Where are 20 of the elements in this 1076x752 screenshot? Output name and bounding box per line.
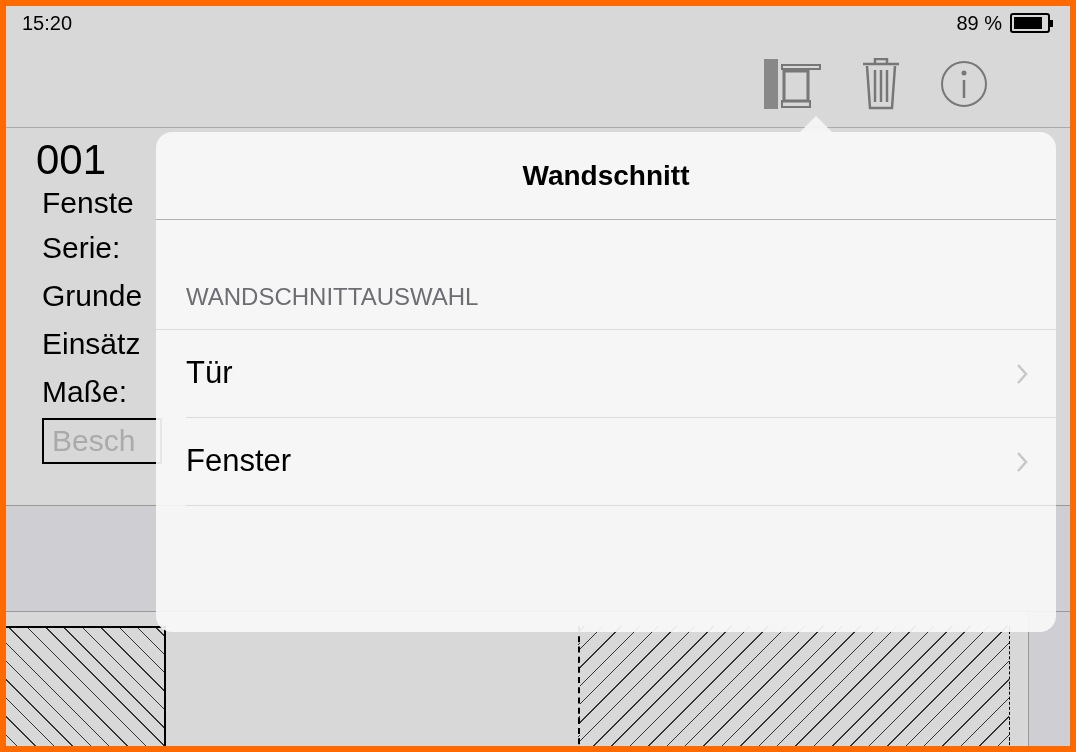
element-name: Fenste	[42, 185, 135, 221]
field-label: Maße:	[42, 374, 128, 410]
field-label: Einsätz	[42, 326, 141, 362]
element-number: 001	[36, 138, 108, 182]
field-label: Serie:	[42, 230, 121, 266]
chevron-icon	[1016, 362, 1028, 385]
option-label: Tür	[186, 354, 233, 393]
info-icon[interactable]	[940, 59, 988, 108]
trash-icon[interactable]	[862, 57, 900, 110]
section-header: WANDSCHNITTAUSWAHL	[186, 282, 479, 312]
popover-title: Wandschnitt	[522, 158, 690, 193]
battery-icon	[1010, 13, 1054, 33]
battery-percentage: 89 %	[956, 11, 1002, 36]
wall-section-option[interactable]: Fenster	[186, 418, 1056, 506]
status-time: 15:20	[22, 11, 73, 36]
chevron-icon	[1016, 450, 1028, 473]
option-label: Fenster	[186, 442, 292, 481]
field-label: Grunde	[42, 278, 143, 314]
wall-section-option[interactable]: Tür	[186, 330, 1056, 418]
wall-section-icon[interactable]	[764, 58, 822, 109]
